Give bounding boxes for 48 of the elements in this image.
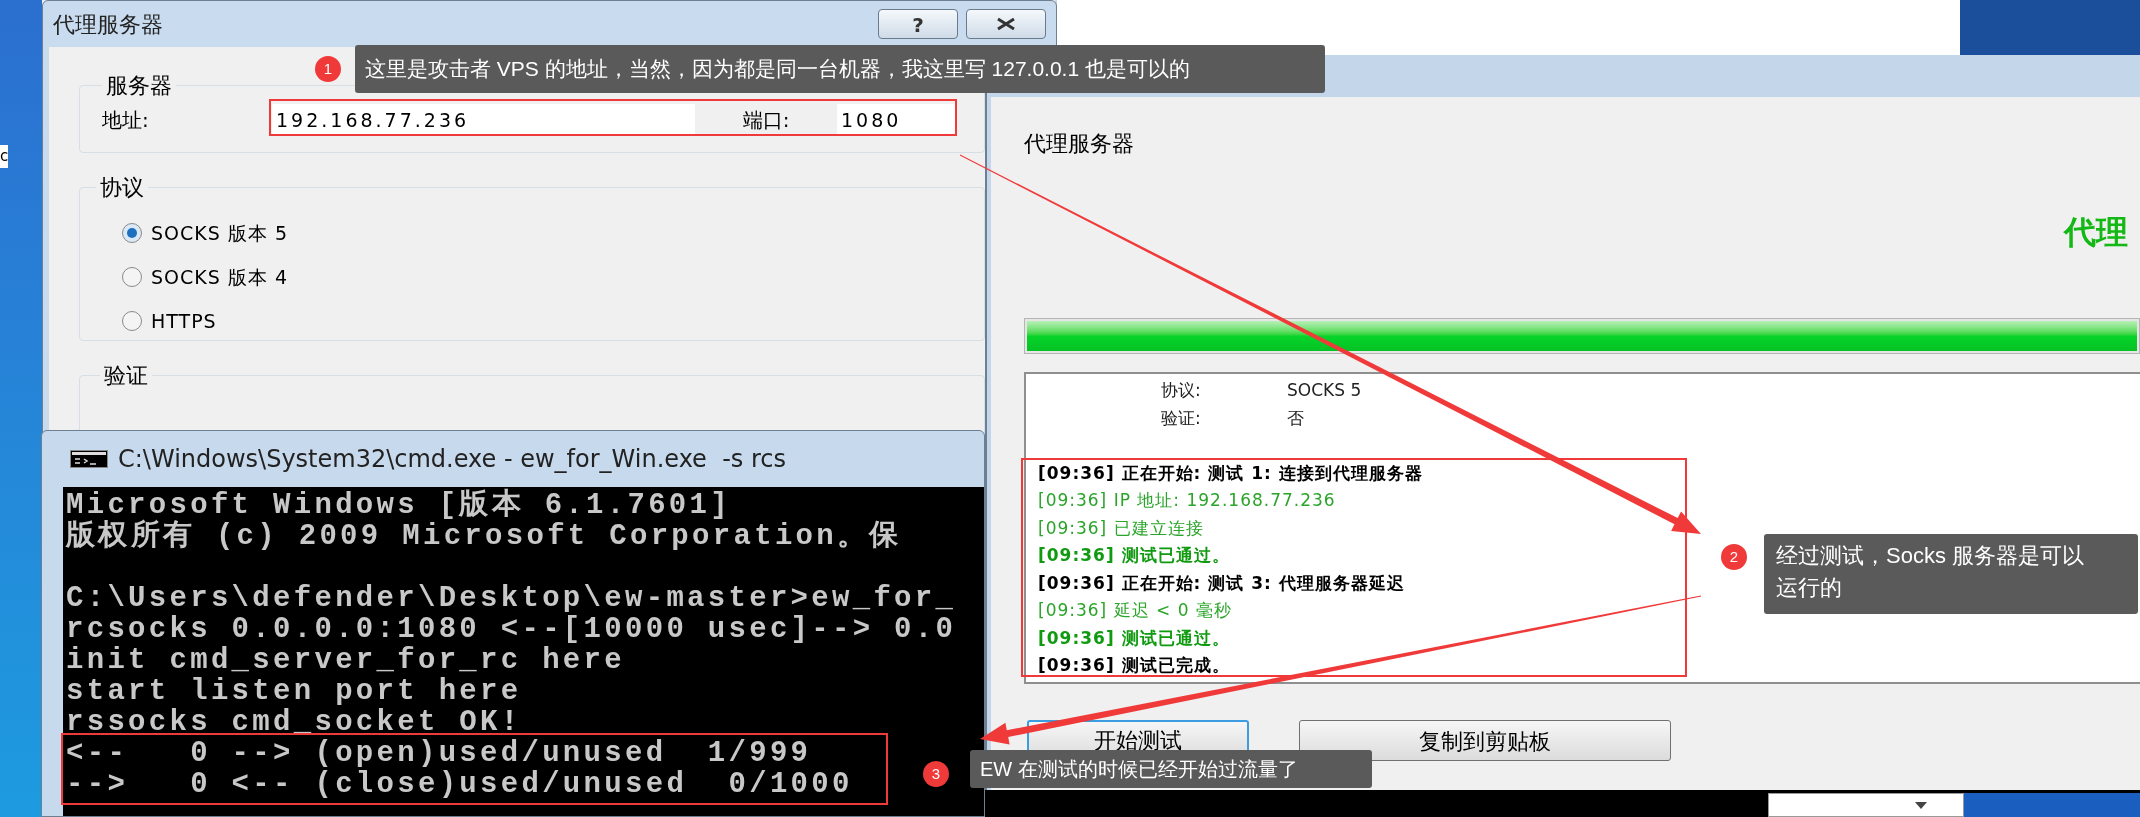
console-line: start listen port here bbox=[66, 676, 522, 707]
log-line: [09:36] 正在开始: 测试 3: 代理服务器延迟 bbox=[1038, 571, 1405, 595]
port-input[interactable]: 1080 bbox=[837, 104, 955, 136]
window-title: 代理服务器 bbox=[53, 10, 163, 39]
console-line: init cmd_server_for_rc here bbox=[66, 645, 625, 676]
console-line: --> 0 <-- (close)used/unused 0/1000 bbox=[66, 769, 853, 800]
log-line: [09:36] 测试已通过。 bbox=[1038, 544, 1230, 567]
group-label: 协议 bbox=[99, 174, 145, 202]
console-line: C:\Users\defender\Desktop\ew-master>ew_for_ bbox=[66, 583, 957, 614]
port-label: 端口: bbox=[741, 107, 791, 134]
summary-label: 协议: bbox=[1161, 379, 1202, 402]
close-icon bbox=[995, 17, 1017, 31]
radio-label: SOCKS 版本 5 bbox=[151, 220, 288, 246]
section-heading: 代理服务器 bbox=[1024, 130, 1135, 158]
group-label: 服务器 bbox=[105, 72, 173, 100]
console-line: 版权所有 (c) 2009 Microsoft Corporation。保 bbox=[66, 521, 902, 552]
console-line: <-- 0 --> (open)used/unused 1/999 bbox=[66, 738, 812, 769]
log-line: [09:36] 正在开始: 测试 1: 连接到代理服务器 bbox=[1038, 461, 1423, 485]
help-button[interactable]: ? bbox=[878, 9, 958, 39]
address-input[interactable]: 192.168.77.236 bbox=[272, 104, 695, 136]
action-button[interactable]: 复制到剪贴板 bbox=[1299, 720, 1671, 761]
log-line: [09:36] 测试已通过。 bbox=[1038, 626, 1230, 650]
console-line: rcsocks 0.0.0.0:1080 <--[10000 usec]--> 0.0 bbox=[66, 614, 957, 645]
dropdown-field[interactable] bbox=[1768, 793, 1964, 817]
radio-button[interactable] bbox=[122, 311, 142, 331]
radio-button[interactable] bbox=[122, 223, 142, 243]
log-line: [09:36] 已建立连接 bbox=[1038, 516, 1204, 540]
summary-label: 验证: bbox=[1161, 406, 1202, 430]
radio-label: HTTPS bbox=[151, 308, 217, 334]
summary-value: 否 bbox=[1287, 406, 1304, 430]
window-title: C:\Windows\System32\cmd.exe - ew_for_Win.exe -s rcs bbox=[118, 444, 786, 475]
log-line: [09:36] IP 地址: 192.168.77.236 bbox=[1038, 489, 1336, 512]
console-icon bbox=[70, 450, 108, 468]
edge-text: c bbox=[0, 145, 9, 168]
log-line: [09:36] 测试已完成。 bbox=[1038, 654, 1230, 677]
summary-value: SOCKS 5 bbox=[1287, 379, 1362, 402]
annotation-tooltip: EW 在测试的时候已经开始过流量了 bbox=[970, 750, 1372, 788]
log-line: [09:36] 延迟 < 0 毫秒 bbox=[1038, 599, 1232, 622]
close-button[interactable] bbox=[966, 9, 1046, 39]
address-label: 地址: bbox=[102, 107, 150, 134]
caret-icon bbox=[1915, 801, 1927, 809]
group-label: 验证 bbox=[103, 362, 149, 390]
annotation-tooltip: 经过测试，Socks 服务器是可以运行的 bbox=[1764, 534, 2138, 614]
annotation-tooltip: 这里是攻击者 VPS 的地址，当然，因为都是同一台机器，我这里写 127.0.0.1 也是可以的 bbox=[355, 45, 1325, 93]
console-line: rssocks cmd_socket OK! bbox=[66, 707, 522, 738]
radio-button[interactable] bbox=[122, 267, 142, 287]
radio-label: SOCKS 版本 4 bbox=[151, 264, 288, 290]
status-text: 代理 bbox=[2064, 212, 2128, 253]
